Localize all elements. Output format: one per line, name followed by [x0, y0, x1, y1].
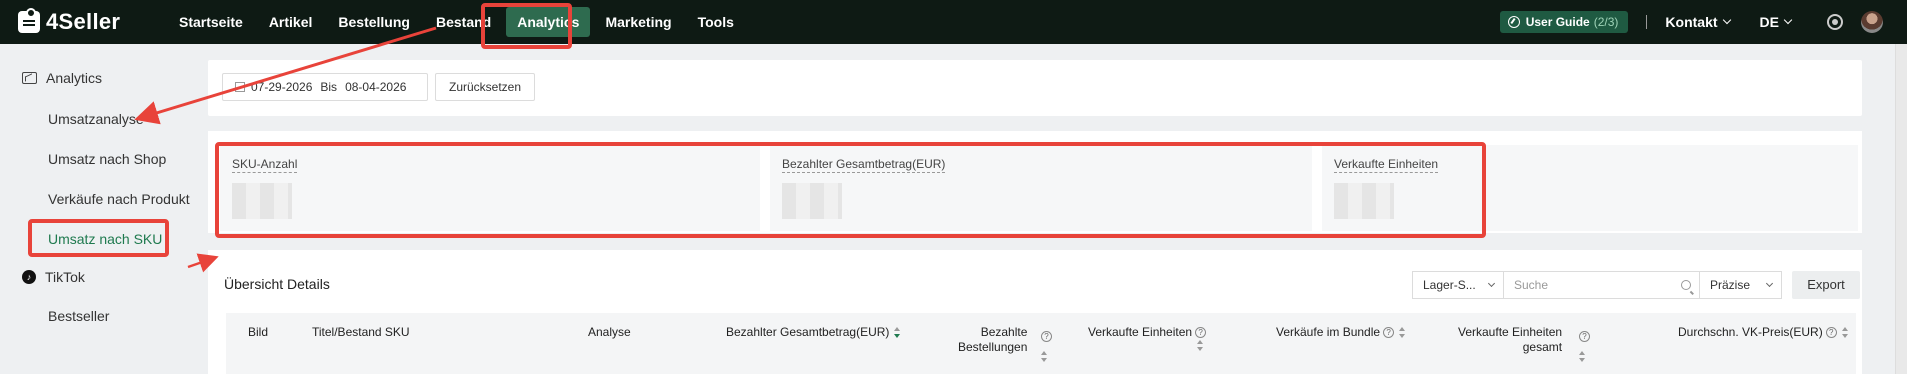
annotation-arrow [187, 253, 219, 273]
annotation-arrow [134, 26, 437, 125]
annotation-arrows [134, 26, 437, 273]
